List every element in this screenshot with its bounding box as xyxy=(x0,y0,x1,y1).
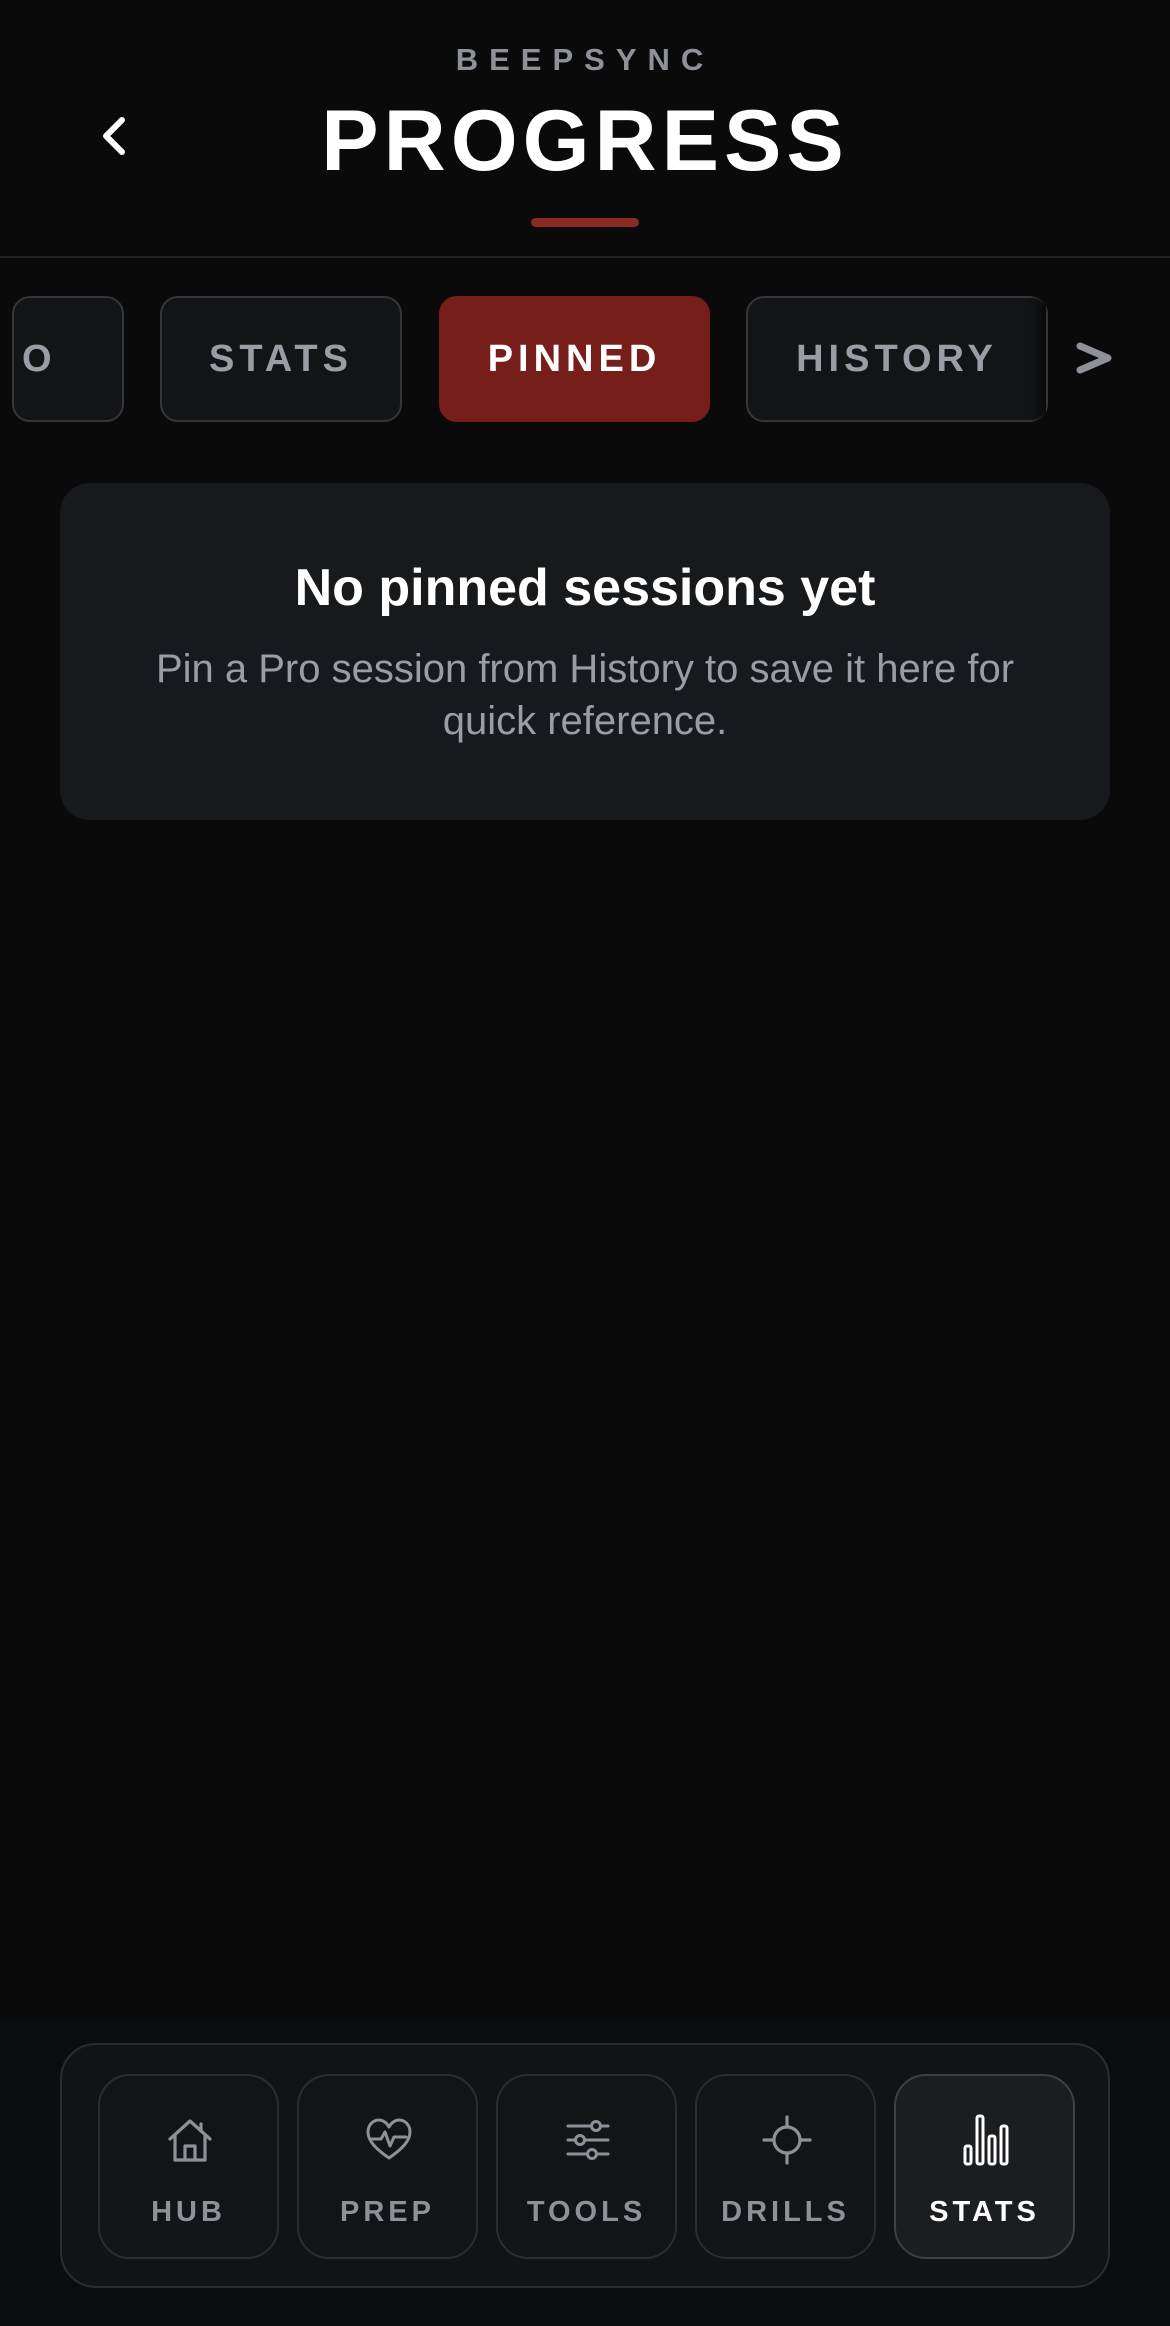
tab-label: HISTORY xyxy=(796,337,998,380)
heart-pulse-icon xyxy=(366,2118,412,2160)
nav-item-drills[interactable]: DRILLS xyxy=(695,2074,876,2259)
nav-label: TOOLS xyxy=(526,2196,647,2228)
page-title: PROGRESS xyxy=(321,93,849,189)
sliders-icon xyxy=(566,2120,610,2160)
bar-chart-icon xyxy=(963,2114,1009,2166)
nav-label: STATS xyxy=(929,2196,1040,2228)
tab-pinned[interactable]: PINNED xyxy=(439,296,710,422)
brand-name: BEEPSYNC xyxy=(455,42,715,77)
nav-label: DRILLS xyxy=(721,2196,850,2228)
tab-stats[interactable]: STATS xyxy=(160,296,402,422)
crosshair-icon xyxy=(762,2115,812,2165)
empty-state-card: No pinned sessions yet Pin a Pro session… xyxy=(60,483,1110,820)
progress-screen: BEEPSYNC PROGRESS O STATS PINNED HISTORY xyxy=(0,0,1170,2326)
tabs-scroll-right-button[interactable] xyxy=(1066,318,1122,398)
empty-state-title: No pinned sessions yet xyxy=(294,559,876,617)
chevron-right-icon xyxy=(1076,342,1112,374)
tabs-scroll-fade xyxy=(1030,296,1046,422)
tab-history[interactable]: HISTORY xyxy=(746,296,1048,422)
tab-bar: O STATS PINNED HISTORY xyxy=(0,296,1170,424)
nav-item-hub[interactable]: HUB xyxy=(98,2074,279,2259)
empty-state-message: Pin a Pro session from History to save i… xyxy=(155,647,1015,743)
tab-label: PINNED xyxy=(487,337,662,380)
nav-label: HUB xyxy=(151,2196,226,2228)
nav-label: PREP xyxy=(340,2196,435,2228)
bottom-nav: HUB PREP TOOLS DRILLS STATS xyxy=(60,2043,1110,2288)
tab-label: STATS xyxy=(209,337,353,380)
tab-partial[interactable]: O xyxy=(12,296,124,422)
nav-item-tools[interactable]: TOOLS xyxy=(496,2074,677,2259)
title-underline xyxy=(531,218,639,227)
home-icon xyxy=(168,2119,212,2162)
nav-item-stats[interactable]: STATS xyxy=(894,2074,1075,2259)
tab-label: O xyxy=(22,337,57,380)
header: BEEPSYNC PROGRESS xyxy=(0,0,1170,258)
nav-item-prep[interactable]: PREP xyxy=(297,2074,478,2259)
